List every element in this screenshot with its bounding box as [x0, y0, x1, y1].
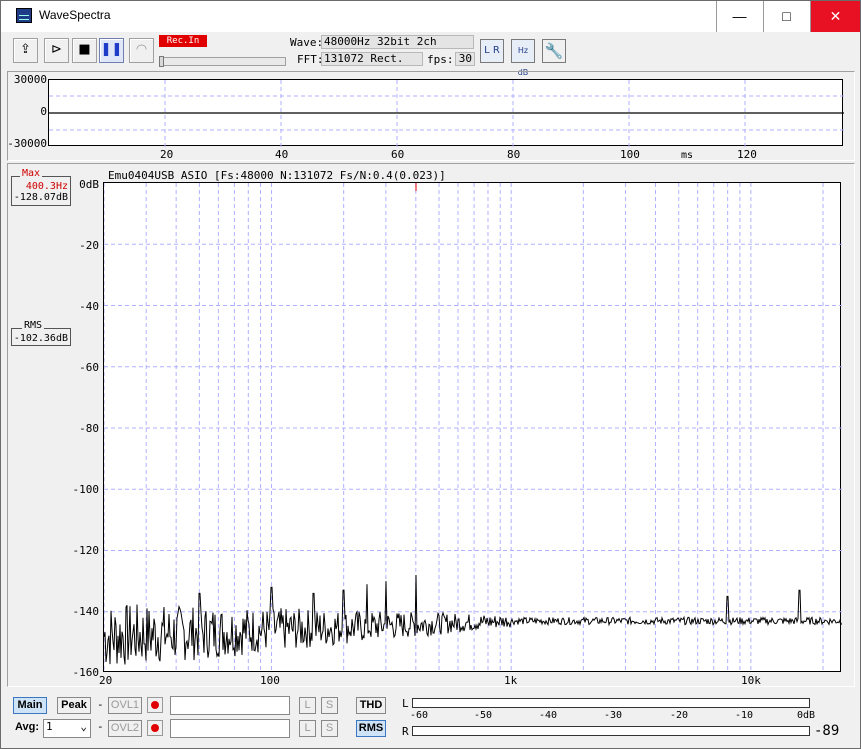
ovl1-button[interactable]: OVL1	[108, 697, 142, 714]
hz-db-icon[interactable]: Hz dB	[511, 39, 535, 77]
spec-x-1k: 1k	[504, 674, 518, 687]
avg-value: 1	[46, 720, 53, 733]
meter-scale-50: -50	[474, 710, 493, 721]
rms-button[interactable]: RMS	[356, 720, 386, 737]
fps-label: fps:	[427, 53, 454, 66]
rec-dot-2-icon[interactable]	[147, 720, 163, 736]
spec-y-140: -140	[72, 605, 100, 618]
meter-scale-10: -10	[735, 710, 754, 721]
spec-y-40: -40	[79, 300, 99, 313]
title-bar: WaveSpectra — □ ✕	[1, 1, 860, 32]
wave-y-bottom: -30000	[7, 137, 47, 150]
l2-button[interactable]: L	[299, 720, 316, 737]
ovl2-field[interactable]	[170, 719, 290, 738]
channel-lr-label: L R	[484, 45, 500, 56]
dash-1: -	[97, 698, 104, 711]
rec-dot-1-icon[interactable]	[147, 697, 163, 713]
max-level: -128.07dB	[13, 192, 68, 203]
fps-field[interactable]: 30	[455, 52, 475, 66]
wave-format-field: 48000Hz 32bit 2ch	[321, 35, 474, 49]
wave-y-top: 30000	[13, 73, 47, 86]
wave-x-80: 80	[507, 148, 521, 161]
level-meter: L R -60 -50 -40 -30 -20 -10 0dB -89	[398, 690, 844, 742]
max-frequency: 400.3Hz	[25, 181, 68, 192]
spec-x-10k: 10k	[741, 674, 761, 687]
pause-icon[interactable]: ❚❚	[99, 38, 124, 63]
settings-wrench-icon[interactable]: 🔧	[542, 39, 566, 63]
spectrum-header: Emu0404USB ASIO [Fs:48000 N:131072 Fs/N:…	[108, 169, 446, 182]
stop-icon[interactable]: ■	[72, 38, 97, 63]
main-window: WaveSpectra — □ ✕ ⇪ ⊳ ■ ❚❚ ◠ Rec.In Wave…	[0, 0, 861, 749]
avg-label: Avg:	[15, 721, 40, 733]
waveform-plot[interactable]	[48, 79, 844, 147]
l1-button[interactable]: L	[299, 697, 316, 714]
meter-scale-0: 0dB	[797, 710, 816, 721]
waveform-svg	[49, 80, 844, 147]
wave-label: Wave:	[290, 36, 324, 49]
rms-caption: RMS	[22, 320, 45, 331]
spec-y-0: 0dB	[79, 178, 99, 191]
fft-setting-field[interactable]: 131072 Rect.	[321, 52, 423, 66]
toolbar: ⇪ ⊳ ■ ❚❚ ◠ Rec.In Wave: 48000Hz 32bit 2c…	[4, 33, 857, 77]
spec-y-160: -160	[72, 666, 100, 679]
meter-r-label: R	[402, 725, 409, 738]
spectrum-trace	[103, 574, 843, 665]
ovl2-button[interactable]: OVL2	[108, 720, 142, 737]
thd-button[interactable]: THD	[356, 697, 386, 714]
refresh-icon[interactable]: ◠	[129, 38, 154, 63]
channel-lr-icon[interactable]: L R	[480, 39, 504, 63]
spec-y-20: -20	[79, 239, 99, 252]
max-caption: Max	[20, 168, 43, 179]
main-button[interactable]: Main	[13, 697, 47, 714]
spec-x-20: 20	[99, 674, 113, 687]
wave-x-20: 20	[160, 148, 174, 161]
rms-level: -102.36dB	[13, 333, 68, 344]
peak-button[interactable]: Peak	[57, 697, 91, 714]
wave-x-40: 40	[275, 148, 289, 161]
spectrum-plot[interactable]	[103, 182, 843, 673]
meter-scale-20: -20	[670, 710, 689, 721]
fft-label: FFT:	[297, 53, 324, 66]
wave-x-120: 120	[737, 148, 757, 161]
input-level-slider[interactable]	[159, 56, 286, 67]
spec-y-80: -80	[79, 422, 99, 435]
spec-y-60: -60	[79, 361, 99, 374]
wave-x-unit: ms	[681, 150, 694, 161]
chevron-down-icon: ⌄	[80, 720, 87, 733]
spec-y-120: -120	[72, 544, 100, 557]
slider-thumb[interactable]	[159, 56, 164, 67]
dash-2: -	[97, 720, 104, 733]
record-icon[interactable]: ⊳	[44, 38, 69, 63]
avg-select[interactable]: 1 ⌄	[43, 719, 91, 738]
close-button[interactable]: ✕	[810, 1, 860, 32]
spec-y-100: -100	[72, 483, 100, 496]
app-icon	[16, 8, 32, 23]
wave-x-60: 60	[391, 148, 405, 161]
meter-readout: -89	[814, 723, 840, 739]
wave-y-mid: 0	[40, 105, 47, 118]
minimize-button[interactable]: —	[716, 1, 762, 32]
spectrum-svg	[103, 183, 843, 673]
meter-scale-30: -30	[604, 710, 623, 721]
maximize-button[interactable]: □	[763, 1, 809, 32]
meter-l-bar	[412, 698, 810, 708]
meter-scale-60: -60	[410, 710, 429, 721]
open-icon[interactable]: ⇪	[13, 38, 38, 63]
meter-r-bar	[412, 726, 810, 736]
rec-in-indicator: Rec.In	[159, 35, 207, 47]
s1-button[interactable]: S	[321, 697, 338, 714]
s2-button[interactable]: S	[321, 720, 338, 737]
ovl1-field[interactable]	[170, 696, 290, 715]
meter-l-label: L	[402, 697, 409, 710]
spec-x-100: 100	[260, 674, 280, 687]
meter-scale-40: -40	[539, 710, 558, 721]
wave-x-100: 100	[620, 148, 640, 161]
window-title: WaveSpectra	[39, 8, 111, 22]
